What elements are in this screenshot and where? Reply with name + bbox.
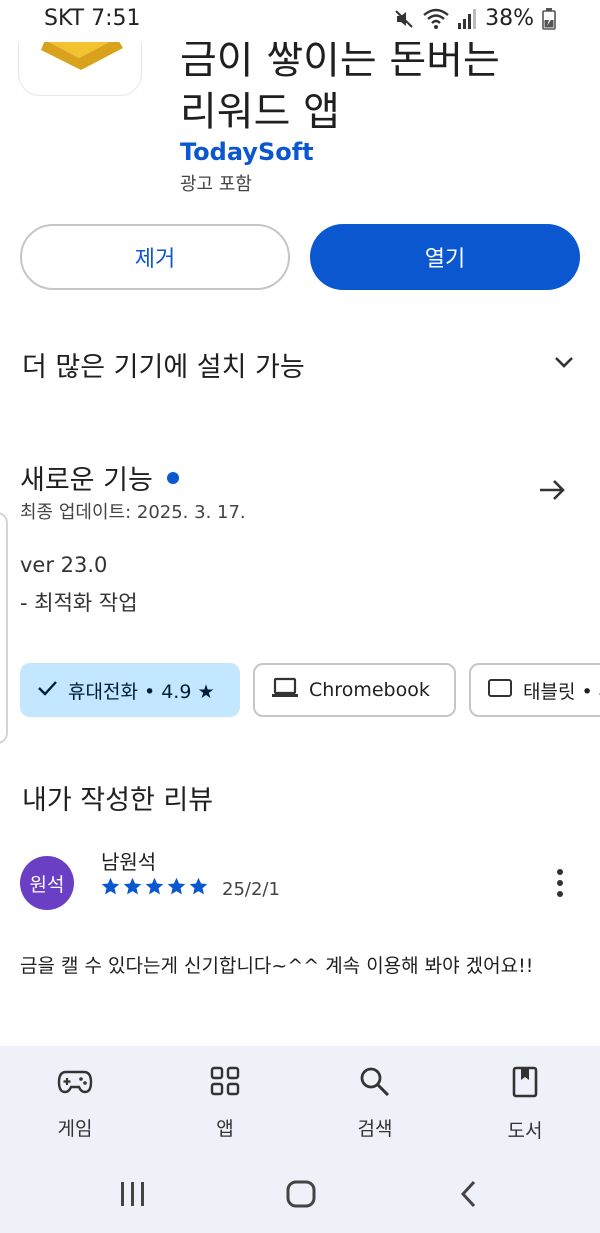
nav-books-label: 도서	[507, 1120, 543, 1142]
nav-games[interactable]: 게임	[35, 1066, 115, 1141]
carrier-time: SKT 7:51	[44, 6, 141, 31]
app-title: 금이 쌓이는 돈버는 리워드 앱	[180, 34, 580, 138]
star-icon	[167, 877, 186, 895]
my-review-heading: 내가 작성한 리뷰	[22, 785, 214, 816]
chevron-down-icon	[550, 348, 578, 380]
laptop-icon	[271, 677, 299, 704]
star-icon	[189, 877, 208, 895]
star-icon	[101, 877, 120, 895]
review-text: 금을 캘 수 있다는게 신기합니다~^^ 계속 이용해 봐야 겠어요!!	[20, 955, 534, 977]
bottom-nav: 게임 앱 검색 도서	[0, 1046, 600, 1233]
ads-note: 광고 포함	[180, 174, 252, 195]
chip-chromebook-label: Chromebook	[309, 679, 430, 701]
status-bar: SKT 7:51 38%	[0, 0, 600, 42]
battery-icon	[542, 7, 556, 30]
arrow-right-icon[interactable]	[536, 474, 568, 510]
home-icon[interactable]	[284, 1176, 318, 1216]
tablet-icon	[487, 677, 513, 704]
review-date: 25/2/1	[222, 879, 280, 900]
battery-percent: 38%	[485, 6, 534, 31]
rating-stars	[100, 876, 209, 897]
nav-books[interactable]: 도서	[485, 1066, 565, 1143]
whats-new-title: 새로운 기능	[20, 458, 179, 497]
nav-apps-label: 앱	[216, 1118, 234, 1140]
last-updated: 최종 업데이트: 2025. 3. 17.	[20, 502, 246, 523]
version-text: ver 23.0	[20, 553, 108, 577]
status-icons: 38%	[393, 6, 556, 31]
gamepad-icon	[57, 1066, 93, 1100]
chip-phone[interactable]: 휴대전화 • 4.9 ★	[20, 663, 240, 717]
recents-icon[interactable]	[118, 1176, 148, 1216]
search-icon	[359, 1066, 391, 1100]
more-devices-row[interactable]: 더 많은 기기에 설치 가능	[22, 344, 578, 384]
star-icon	[123, 877, 142, 895]
signal-icon	[457, 8, 477, 30]
chip-tablet-label: 태블릿 • 4	[523, 680, 600, 703]
avatar: 원석	[20, 856, 74, 910]
book-icon	[511, 1066, 539, 1102]
nav-search[interactable]: 검색	[335, 1066, 415, 1141]
whats-new-label: 새로운 기능	[20, 465, 153, 496]
wifi-icon	[423, 8, 449, 30]
open-button[interactable]: 열기	[310, 224, 580, 290]
more-options-icon[interactable]	[548, 866, 572, 900]
star-icon	[145, 877, 164, 895]
new-indicator-dot	[166, 471, 179, 484]
reviewer-name: 남원석	[101, 850, 157, 874]
chip-tablet[interactable]: 태블릿 • 4	[469, 663, 600, 717]
nav-search-label: 검색	[357, 1118, 393, 1140]
version-note: - 최적화 작업	[20, 591, 138, 615]
app-title-line2: 리워드 앱	[180, 89, 340, 135]
nav-apps[interactable]: 앱	[185, 1066, 265, 1141]
edge-panel-handle[interactable]	[0, 512, 8, 744]
chip-phone-label: 휴대전화 • 4.9 ★	[68, 680, 215, 703]
nav-games-label: 게임	[57, 1118, 93, 1140]
check-icon	[36, 677, 58, 704]
developer-link[interactable]: TodaySoft	[180, 138, 314, 166]
system-nav-bar	[0, 1166, 600, 1226]
apps-grid-icon	[210, 1066, 240, 1100]
more-devices-label: 더 많은 기기에 설치 가능	[22, 351, 305, 383]
mute-icon	[393, 8, 415, 30]
chip-chromebook[interactable]: Chromebook	[253, 663, 456, 717]
back-icon[interactable]	[455, 1176, 483, 1216]
remove-button[interactable]: 제거	[20, 224, 290, 290]
